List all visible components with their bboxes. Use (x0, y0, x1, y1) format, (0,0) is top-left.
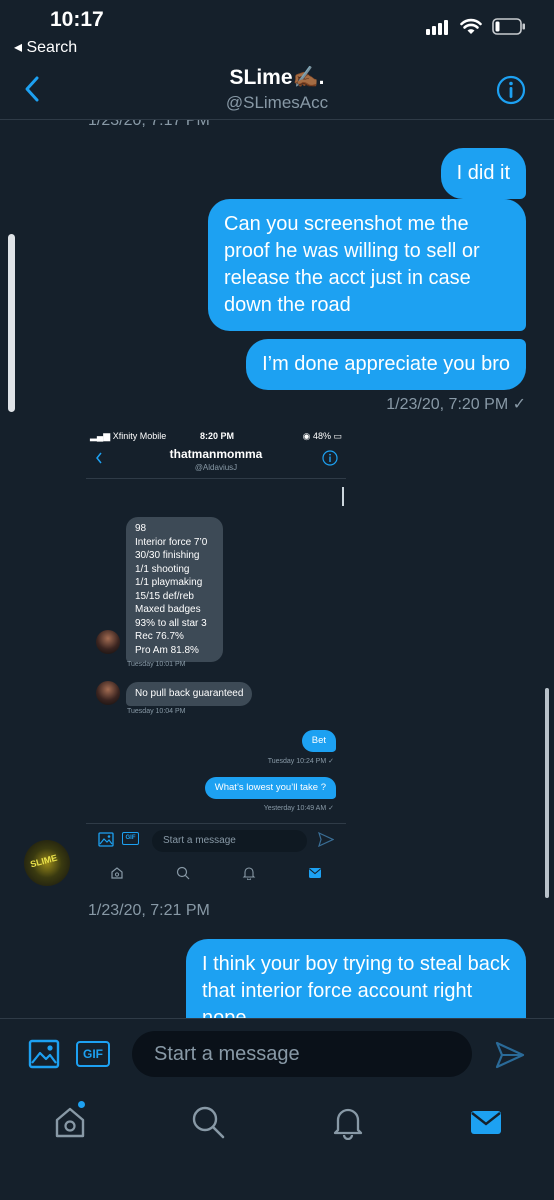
gif-icon: GIF (122, 832, 139, 845)
home-icon (111, 867, 123, 879)
screenshot-timestamp: Yesterday 10:49 AM ✓ (263, 805, 334, 812)
screenshot-timestamp: Tuesday 10:04 PM (127, 708, 186, 715)
info-icon (322, 450, 338, 466)
scrollbar[interactable] (545, 688, 549, 898)
attached-screenshot-image[interactable]: ▂▄▆ Xfinity Mobile 8:20 PM ◉ 48% ▭ thatm… (86, 423, 346, 893)
battery-icon (492, 18, 525, 35)
back-to-search-link[interactable]: ◂ Search (14, 37, 77, 57)
contact-avatar[interactable]: SLIME (24, 840, 70, 886)
stats-line: 1/1 shooting (135, 563, 190, 575)
status-bar: 10:17 ◂ Search (0, 0, 554, 62)
info-icon[interactable] (496, 75, 526, 105)
screenshot-carrier: ▂▄▆ Xfinity Mobile (90, 431, 167, 441)
avatar-logo-text: SLIME (29, 852, 59, 870)
image-icon (98, 832, 114, 847)
search-icon (176, 866, 190, 880)
received-message-bubble: No pull back guaranteed (126, 682, 253, 706)
cellular-signal-icon (426, 19, 448, 35)
notifications-icon (242, 867, 256, 880)
received-message-bubble: 98 Interior force 7’0 30/30 finishing 1/… (126, 517, 223, 662)
sent-message-bubble: Bet (301, 730, 336, 752)
contact-avatar (96, 681, 120, 705)
image-icon[interactable] (28, 1039, 60, 1069)
message-timestamp: 1/23/20, 7:17 PM (88, 120, 210, 129)
conversation-thread[interactable]: 1/23/20, 7:17 PM I did it Can you screen… (0, 120, 554, 1018)
sent-message-bubble: What’s lowest you’ll take ? (204, 777, 336, 799)
screenshot-compose-bar: GIF Start a message (86, 823, 346, 893)
contact-handle: @SLimesAcc (225, 93, 329, 112)
contact-name[interactable]: SLime✍🏾. (0, 66, 554, 90)
stats-line: 98 (135, 523, 147, 534)
new-content-dot (78, 1101, 85, 1108)
stats-line: 93% to all star 3 (135, 617, 207, 629)
stats-line: 30/30 finishing (135, 550, 200, 561)
compose-bar: GIF Start a message (0, 1018, 554, 1090)
sent-message-bubble[interactable]: Can you screenshot me the proof he was w… (208, 199, 526, 331)
conversation-header: SLime✍🏾. @SLimesAcc (0, 62, 554, 120)
messages-icon[interactable] (468, 1104, 504, 1140)
gif-button[interactable]: GIF (76, 1041, 110, 1067)
screenshot-message-input: Start a message (152, 830, 307, 852)
sent-message-bubble[interactable]: I did it (440, 148, 526, 199)
contact-avatar (96, 630, 120, 654)
tab-bar (0, 1090, 554, 1200)
screenshot-contact-handle: @AldaviusJ (194, 463, 238, 472)
status-time: 10:17 (50, 8, 104, 31)
search-icon[interactable] (190, 1104, 226, 1140)
notifications-icon[interactable] (330, 1104, 366, 1140)
sent-message-bubble[interactable]: I’m done appreciate you bro (246, 339, 526, 390)
scroll-indicator (8, 234, 15, 412)
sent-timestamp: 1/23/20, 7:20 PM ✓ (386, 396, 526, 413)
screenshot-contact-name: thatmanmomma (169, 447, 263, 461)
home-icon[interactable] (52, 1104, 88, 1140)
send-icon[interactable] (494, 1040, 526, 1070)
screenshot-header: thatmanmomma @AldaviusJ (86, 445, 346, 479)
wifi-icon (460, 18, 482, 34)
messages-icon (309, 868, 321, 878)
screenshot-timestamp: Tuesday 10:24 PM ✓ (267, 758, 334, 765)
stats-line: 15/15 def/reb (135, 590, 194, 602)
stats-line: Interior force 7’0 (135, 536, 208, 548)
screenshot-battery: ◉ 48% ▭ (302, 431, 342, 441)
send-icon (318, 832, 334, 847)
stats-line: 1/1 playmaking (135, 577, 203, 588)
screenshot-timestamp: Tuesday 10:01 PM (127, 661, 186, 668)
message-input[interactable]: Start a message (132, 1031, 472, 1077)
text-cursor (342, 487, 344, 506)
stats-line: Rec 76.7% (135, 631, 184, 642)
screenshot-time: 8:20 PM (200, 431, 235, 441)
sent-message-bubble[interactable]: I think your boy trying to steal back th… (186, 939, 526, 1018)
received-timestamp: 1/23/20, 7:21 PM (88, 902, 210, 919)
status-icons (426, 18, 526, 35)
stats-line: Pro Am 81.8% (135, 644, 199, 656)
stats-line: Maxed badges (135, 604, 201, 615)
